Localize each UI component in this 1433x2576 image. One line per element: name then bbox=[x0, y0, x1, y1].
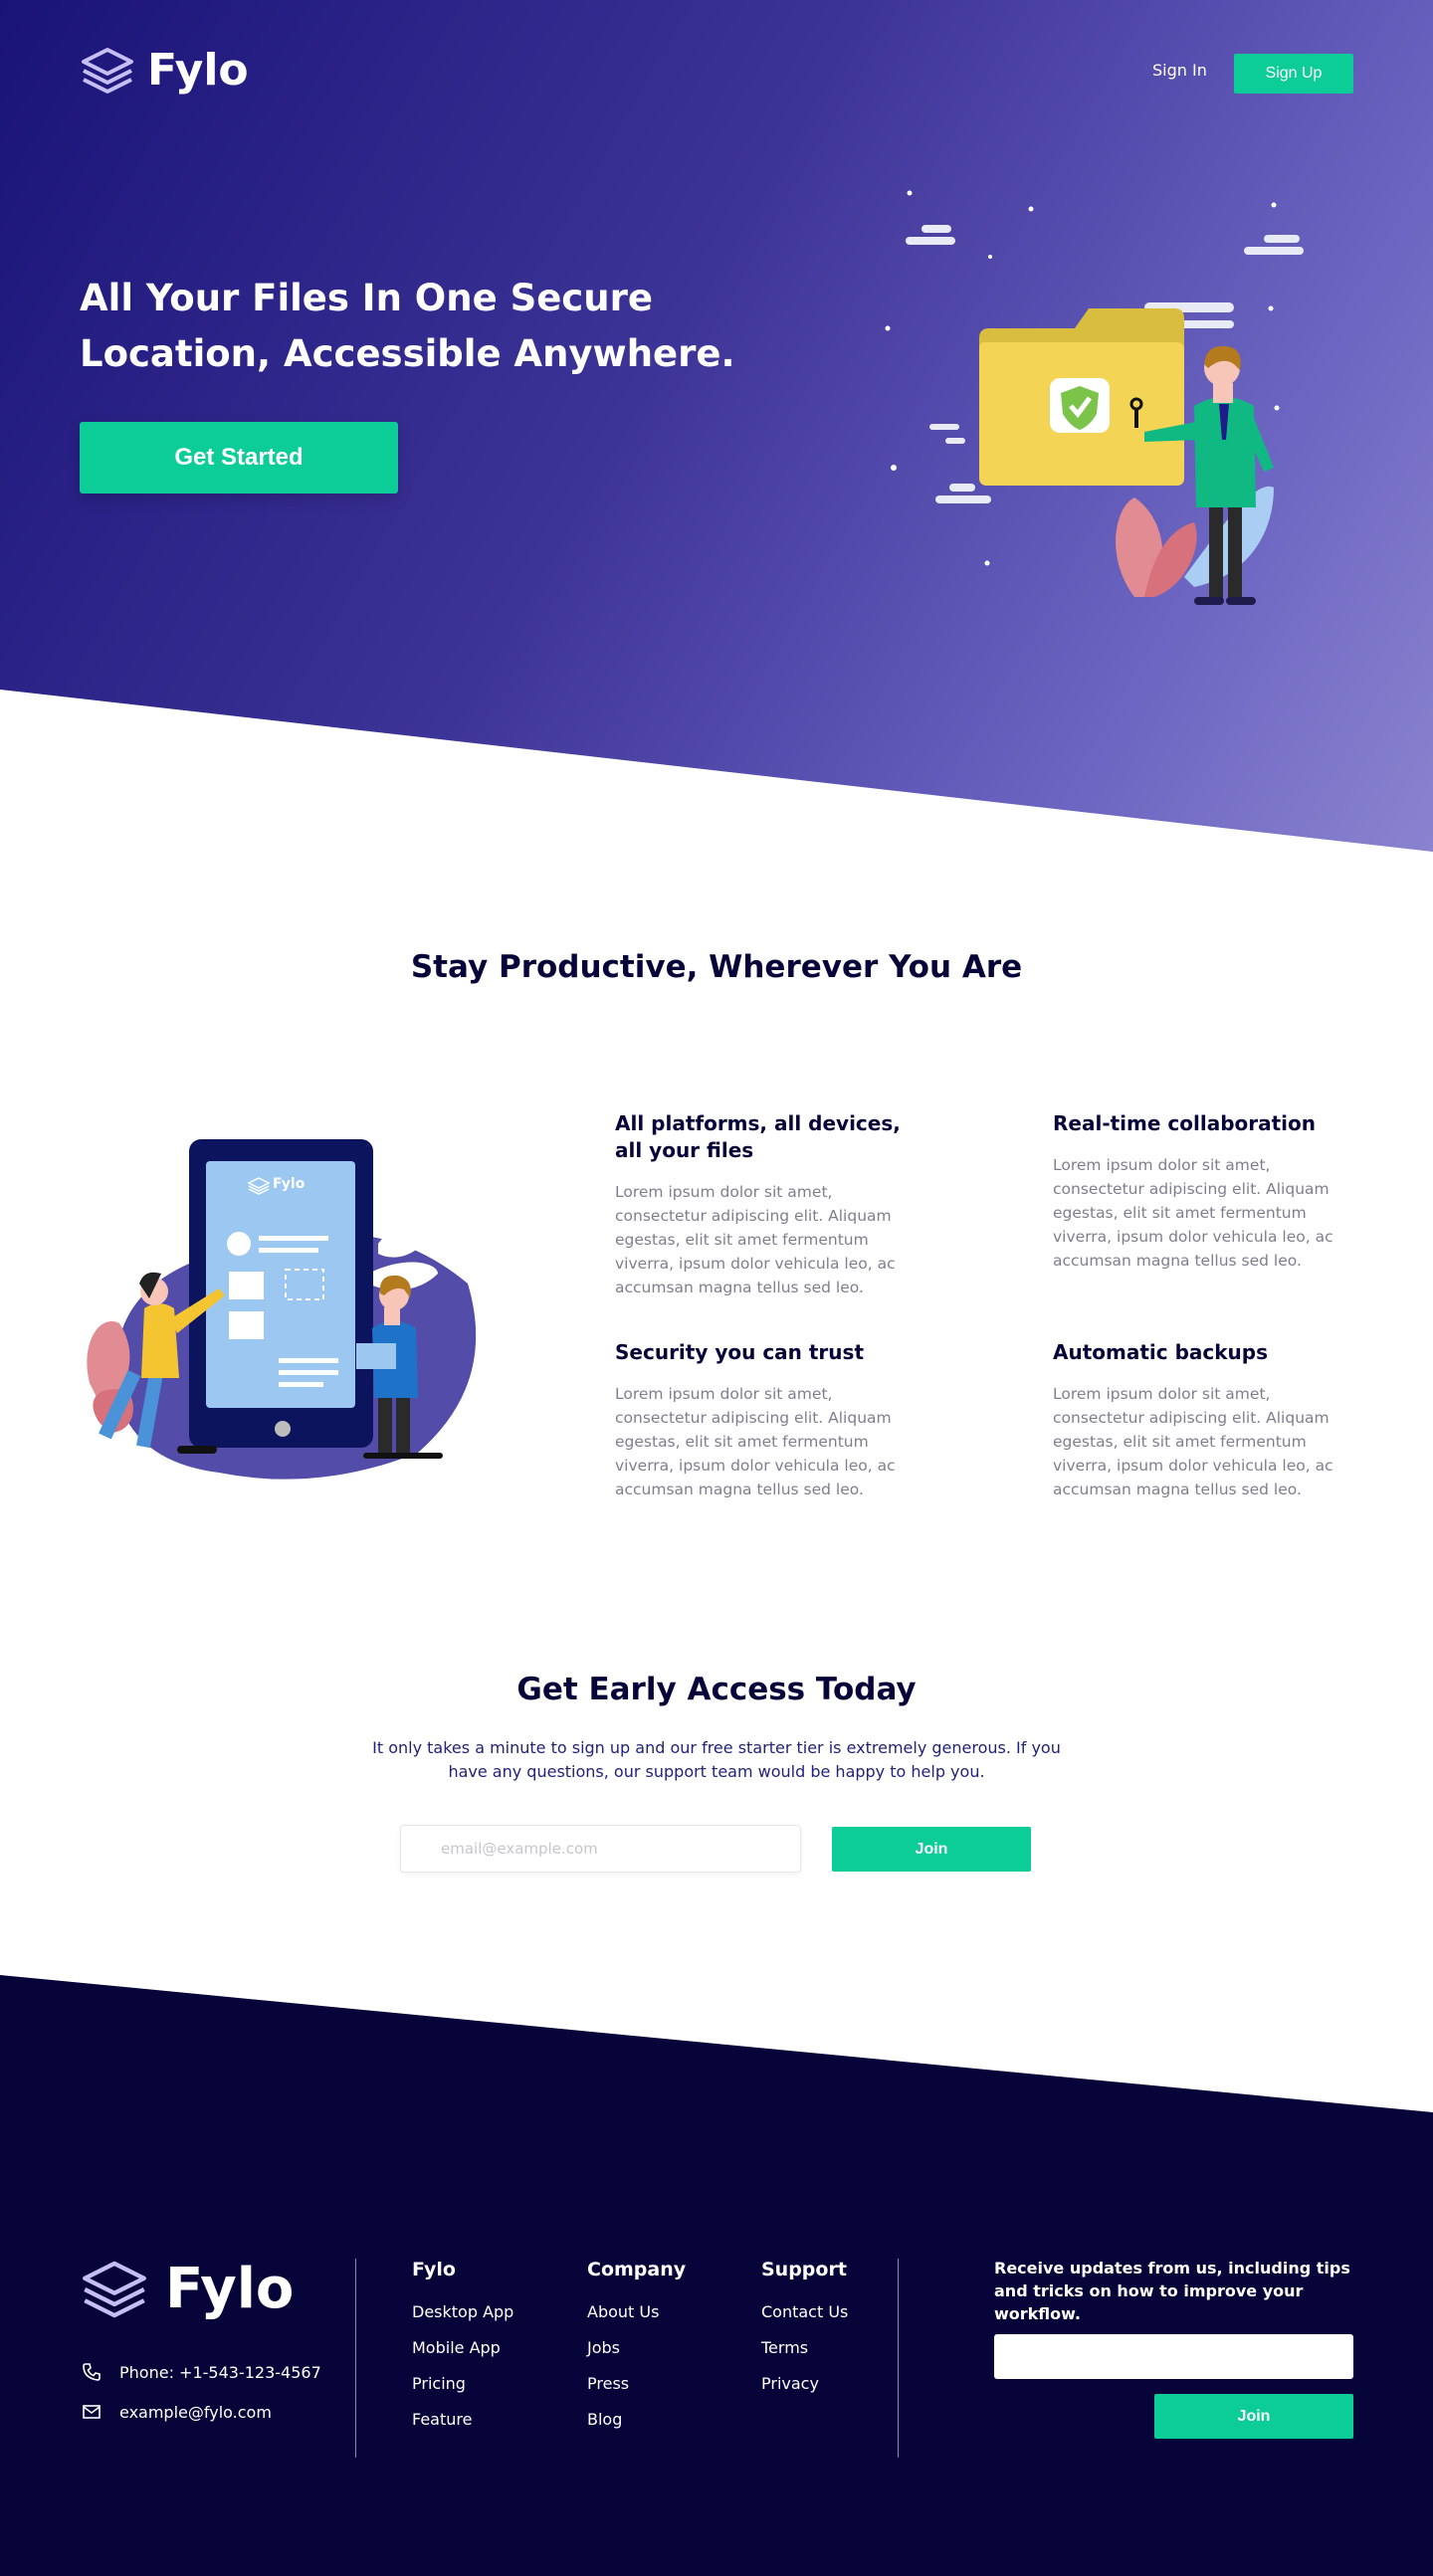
early-access-title: Get Early Access Today bbox=[516, 1672, 917, 1707]
mail-icon bbox=[83, 2405, 101, 2419]
phone-logo-text: Fylo bbox=[273, 1176, 306, 1192]
footer-link[interactable]: Mobile App bbox=[412, 2338, 513, 2357]
footer-link[interactable]: Privacy bbox=[761, 2374, 848, 2393]
feature-card-platforms: All platforms, all devices, all your fil… bbox=[615, 1110, 923, 1299]
feature-title: All platforms, all devices, all your fil… bbox=[615, 1111, 901, 1162]
footer-column-company: Company About Us Jobs Press Blog bbox=[587, 2259, 686, 2446]
footer-link[interactable]: About Us bbox=[587, 2302, 686, 2321]
footer-link[interactable]: Desktop App bbox=[412, 2302, 513, 2321]
footer-link[interactable]: Blog bbox=[587, 2410, 686, 2429]
join-button[interactable]: Join bbox=[832, 1827, 1031, 1872]
hero-title: All Your Files In One Secure Location, A… bbox=[80, 277, 735, 375]
footer-link[interactable]: Jobs bbox=[587, 2338, 686, 2357]
footer-email: example@fylo.com bbox=[82, 2402, 272, 2422]
footer-column-fylo: Fylo Desktop App Mobile App Pricing Feat… bbox=[412, 2259, 513, 2446]
phone-text: Phone: +1-543-123-4567 bbox=[119, 2362, 321, 2382]
secure-folder-illustration bbox=[885, 190, 1304, 605]
feature-text: Lorem ipsum dolor sit amet, consectetur … bbox=[1053, 1385, 1333, 1498]
brand-name: Fylo bbox=[147, 45, 249, 96]
feature-card-collaboration: Real-time collaboration Lorem ipsum dolo… bbox=[1053, 1110, 1361, 1273]
feature-card-backups: Automatic backups Lorem ipsum dolor sit … bbox=[1053, 1339, 1361, 1501]
newsletter-email-input[interactable] bbox=[994, 2334, 1353, 2379]
footer-column-title: Company bbox=[587, 2259, 687, 2280]
layers-icon bbox=[82, 47, 133, 94]
layers-icon bbox=[83, 2261, 146, 2317]
feature-title: Automatic backups bbox=[1053, 1340, 1269, 1364]
feature-card-security: Security you can trust Lorem ipsum dolor… bbox=[615, 1339, 923, 1501]
footer-link[interactable]: Press bbox=[587, 2374, 686, 2393]
get-started-button[interactable]: Get Started bbox=[80, 422, 398, 494]
footer-column-title: Fylo bbox=[412, 2259, 456, 2280]
feature-text: Lorem ipsum dolor sit amet, consectetur … bbox=[615, 1183, 896, 1296]
email-input[interactable] bbox=[400, 1825, 801, 1873]
feature-title: Real-time collaboration bbox=[1053, 1111, 1317, 1135]
feature-text: Lorem ipsum dolor sit amet, consectetur … bbox=[615, 1385, 896, 1498]
footer-phone: Phone: +1-543-123-4567 bbox=[82, 2362, 321, 2382]
feature-title: Security you can trust bbox=[615, 1340, 864, 1364]
footer-link[interactable]: Pricing bbox=[412, 2374, 513, 2393]
footer-column-support: Support Contact Us Terms Privacy bbox=[761, 2259, 848, 2410]
footer-divider bbox=[898, 2259, 899, 2458]
footer-link[interactable]: Feature bbox=[412, 2410, 513, 2429]
footer-link[interactable]: Contact Us bbox=[761, 2302, 848, 2321]
footer-column-title: Support bbox=[761, 2259, 847, 2280]
newsletter-join-button[interactable]: Join bbox=[1154, 2394, 1353, 2439]
footer-divider bbox=[355, 2259, 356, 2458]
signup-button[interactable]: Sign Up bbox=[1234, 54, 1353, 94]
brand-name: Fylo bbox=[165, 2257, 295, 2321]
header-logo[interactable]: Fylo bbox=[80, 45, 249, 96]
early-access-description: It only takes a minute to sign up and ou… bbox=[372, 1738, 1061, 1781]
footer-logo[interactable]: Fylo bbox=[80, 2257, 294, 2321]
hero-section: Fylo Sign In Sign Up All Your Files In O… bbox=[0, 0, 1433, 852]
phone-icon bbox=[83, 2363, 101, 2381]
features-title: Stay Productive, Wherever You Are bbox=[410, 949, 1023, 985]
feature-text: Lorem ipsum dolor sit amet, consectetur … bbox=[1053, 1156, 1333, 1270]
email-text: example@fylo.com bbox=[119, 2402, 272, 2422]
phone-collaboration-illustration: Fylo bbox=[87, 1139, 477, 1480]
newsletter-text: Receive updates from us, including tips … bbox=[994, 2259, 1350, 2323]
signin-link[interactable]: Sign In bbox=[1152, 61, 1207, 80]
footer-link[interactable]: Terms bbox=[761, 2338, 848, 2357]
